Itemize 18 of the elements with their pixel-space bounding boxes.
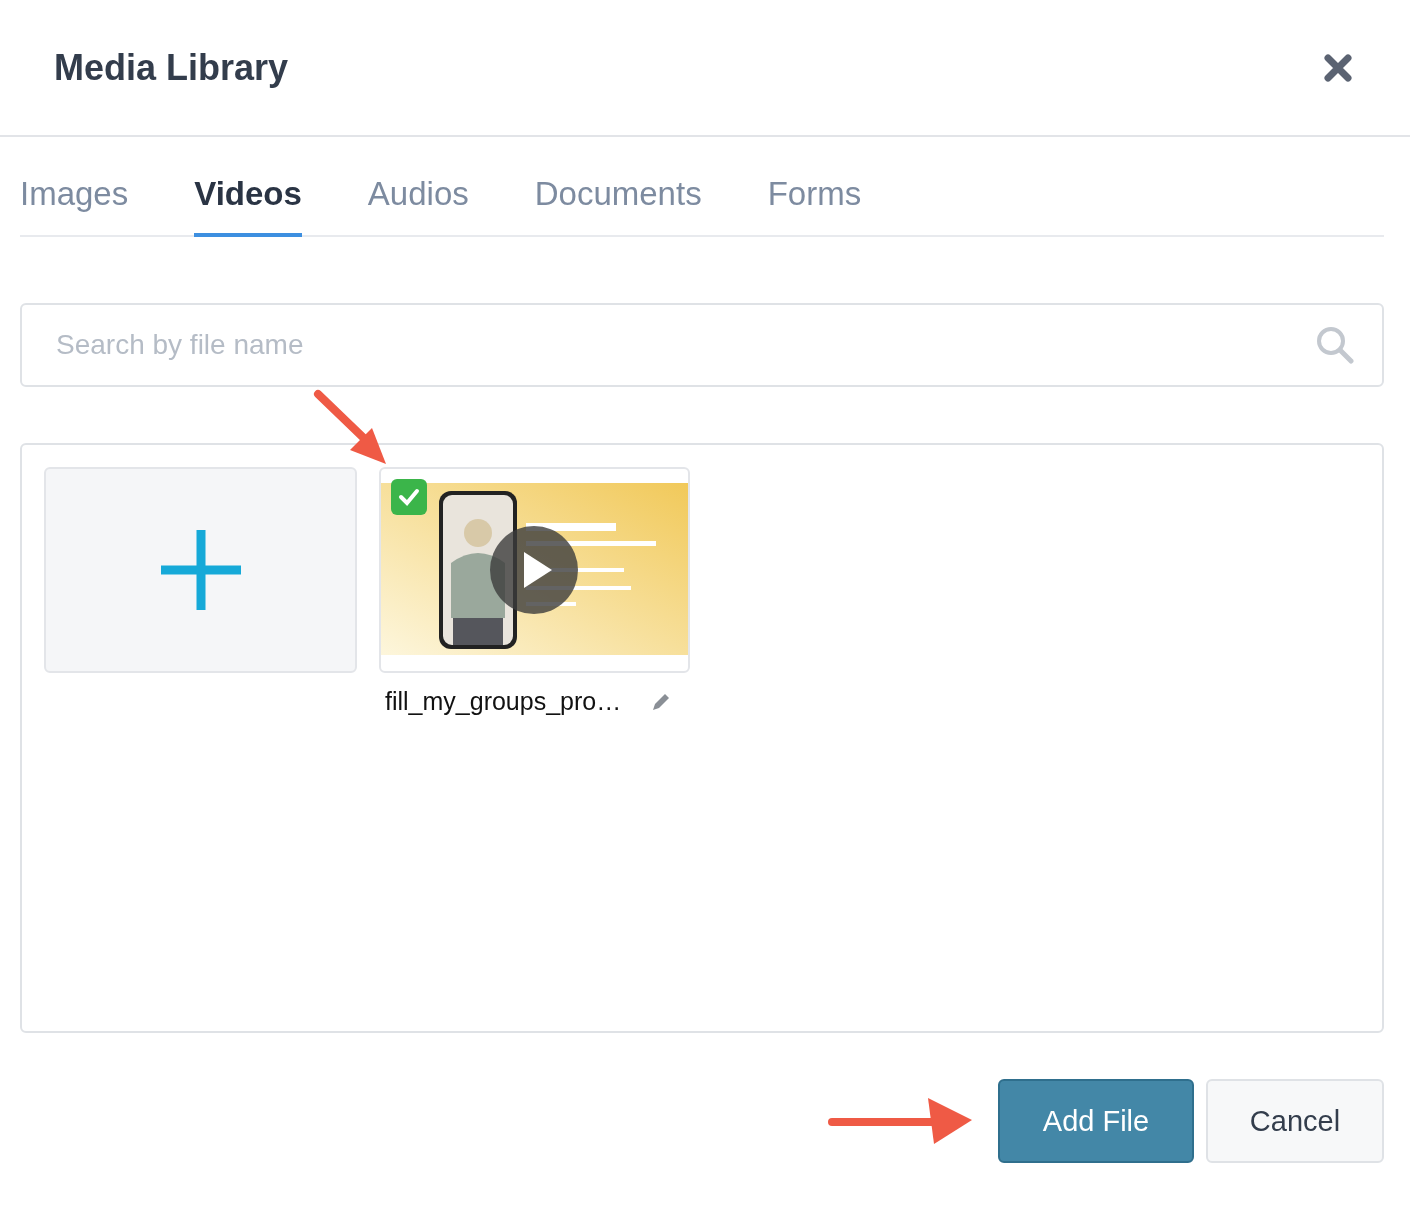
cancel-button[interactable]: Cancel <box>1206 1079 1384 1163</box>
play-icon <box>490 526 578 614</box>
close-button[interactable] <box>1322 51 1354 84</box>
tab[interactable]: Forms <box>767 175 862 237</box>
upload-tile[interactable] <box>44 467 357 673</box>
video-tile[interactable] <box>379 467 690 673</box>
checkbox[interactable] <box>391 479 427 515</box>
tab[interactable]: Images <box>20 175 129 237</box>
add-file-button[interactable]: Add File <box>998 1079 1194 1163</box>
search-icon <box>1316 326 1354 364</box>
search-field[interactable]: Search by file name <box>20 303 1384 387</box>
file-name: fill_my_groups_pro… <box>385 687 622 716</box>
window-title: Media Library <box>54 46 289 89</box>
plus-icon <box>160 530 241 610</box>
tab[interactable]: Documents <box>534 175 702 237</box>
tab[interactable]: Audios <box>367 175 469 237</box>
tab[interactable]: Videos <box>194 175 302 237</box>
check-icon <box>398 488 420 506</box>
